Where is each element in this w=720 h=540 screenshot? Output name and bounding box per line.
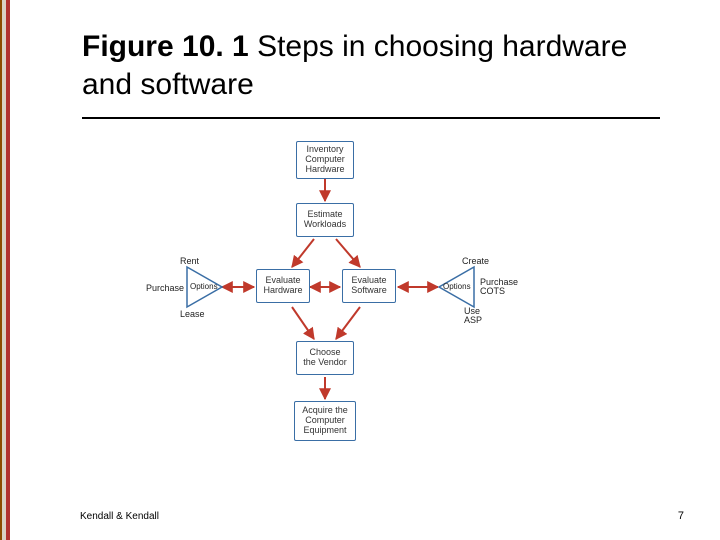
title-underline	[82, 117, 660, 119]
left-options-title: Options	[190, 282, 218, 291]
box-estimate-label: EstimateWorkloads	[304, 210, 346, 230]
right-options-title: Options	[443, 282, 471, 291]
box-acquire: Acquire theComputerEquipment	[294, 401, 356, 441]
label-purchase: Purchase	[146, 283, 184, 293]
box-estimate: EstimateWorkloads	[296, 203, 354, 237]
footer-credit: Kendall & Kendall	[80, 511, 159, 522]
box-evaluate-software: EvaluateSoftware	[342, 269, 396, 303]
box-inventory: InventoryComputerHardware	[296, 141, 354, 179]
box-evalsw-label: EvaluateSoftware	[351, 276, 387, 296]
box-inventory-label: InventoryComputerHardware	[305, 145, 345, 175]
label-lease: Lease	[180, 309, 205, 319]
box-evaluate-hardware: EvaluateHardware	[256, 269, 310, 303]
box-choose-vendor: Choosethe Vendor	[296, 341, 354, 375]
label-cots: PurchaseCOTS	[480, 278, 518, 297]
figure-number: Figure 10. 1	[82, 30, 249, 63]
slide-title: Figure 10. 1 Steps in choosing hardware …	[82, 28, 660, 103]
slide-body: Figure 10. 1 Steps in choosing hardware …	[22, 0, 720, 540]
page-number: 7	[678, 510, 684, 522]
box-acquire-label: Acquire theComputerEquipment	[302, 406, 348, 436]
label-rent: Rent	[180, 256, 199, 266]
flow-diagram: InventoryComputerHardware EstimateWorklo…	[82, 139, 660, 459]
label-asp: UseASP	[464, 307, 482, 326]
label-create: Create	[462, 256, 489, 266]
box-evalhw-label: EvaluateHardware	[263, 276, 302, 296]
box-vendor-label: Choosethe Vendor	[303, 348, 347, 368]
left-accent-stripe	[0, 0, 22, 540]
